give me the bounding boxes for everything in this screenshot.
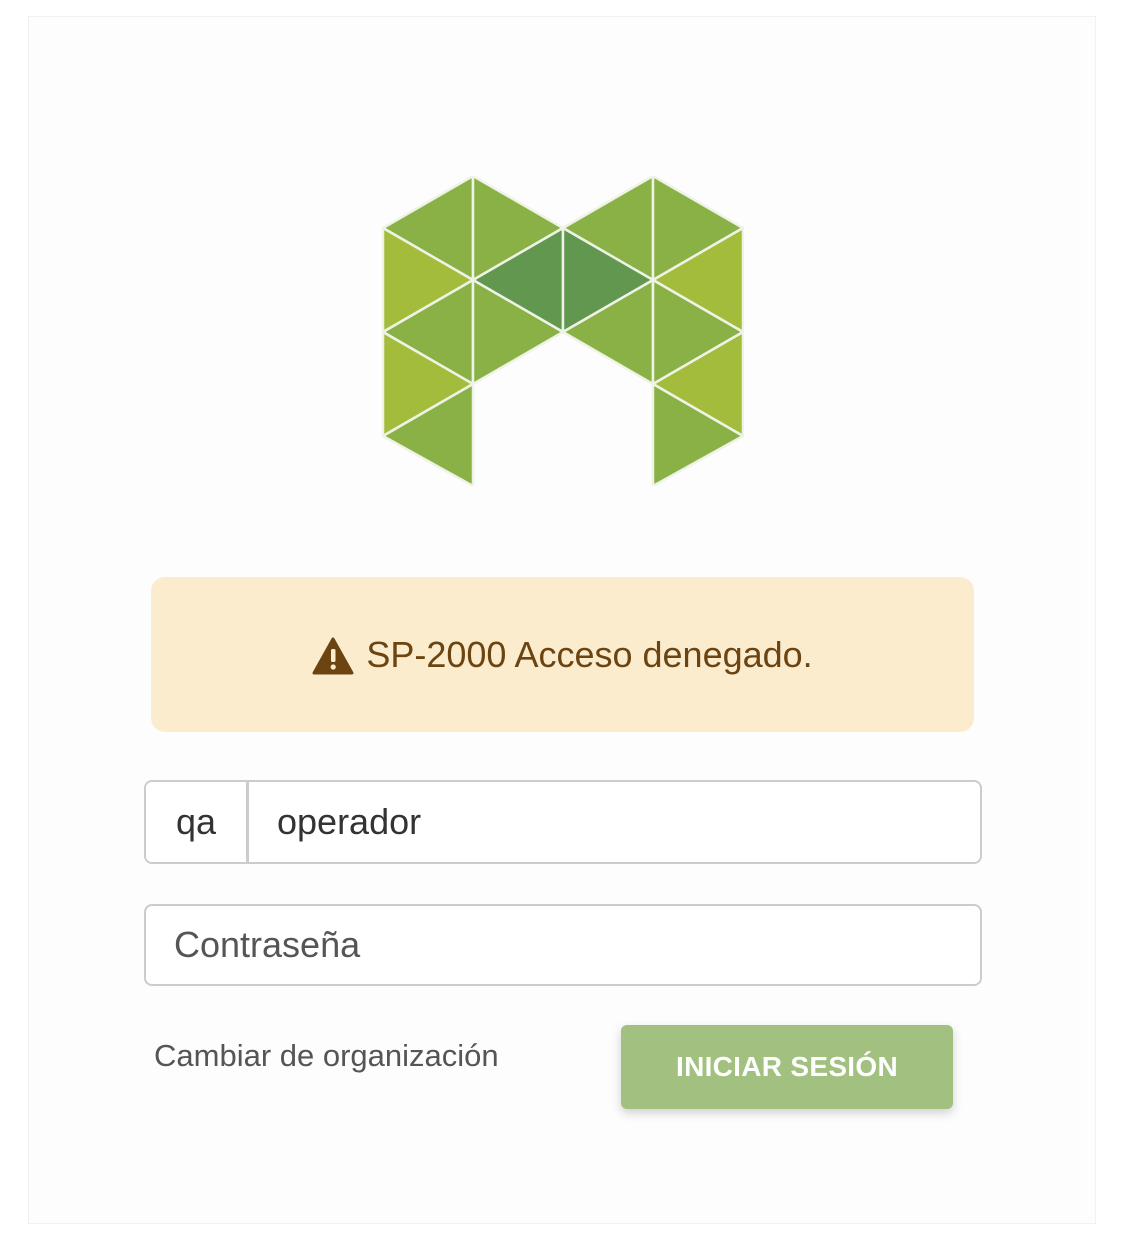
logo-icon — [382, 176, 744, 486]
alert-message: SP-2000 Acceso denegado. — [366, 633, 813, 675]
username-field-group: qa — [144, 780, 982, 864]
organization-prefix: qa — [146, 782, 249, 862]
password-input[interactable] — [146, 923, 980, 967]
password-field-group — [144, 904, 982, 986]
error-alert: SP-2000 Acceso denegado. — [151, 577, 974, 732]
login-button[interactable]: INICIAR SESIÓN — [621, 1025, 953, 1109]
warning-triangle-icon — [312, 637, 354, 674]
username-input[interactable] — [249, 782, 980, 862]
change-organization-link[interactable]: Cambiar de organización — [154, 1038, 499, 1074]
